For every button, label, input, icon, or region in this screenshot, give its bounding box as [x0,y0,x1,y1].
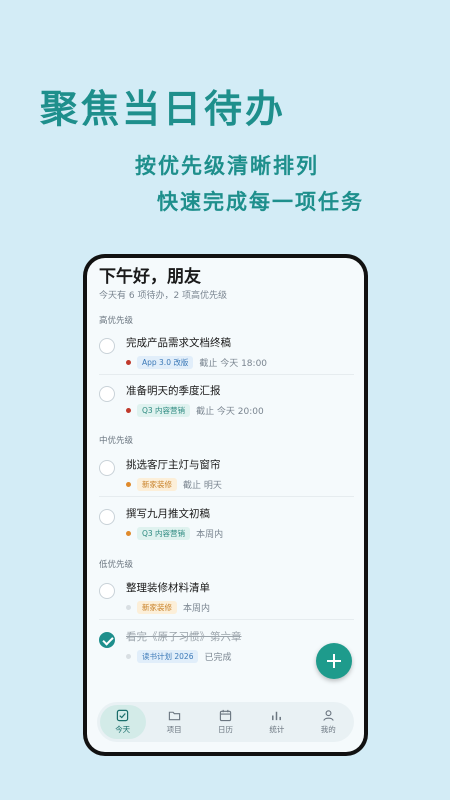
project-tag: Q3 内容营销 [137,403,191,417]
task-checkbox[interactable] [99,509,115,525]
task-checkbox[interactable] [99,460,115,476]
tab-stats[interactable]: 统计 [254,705,300,739]
task-title: 挑选客厅主灯与窗帘 [126,459,221,471]
calendar-icon [219,709,232,722]
bar-chart-icon [272,711,282,721]
project-tag: 读书计划 2026 [137,649,199,663]
priority-dot [126,481,131,487]
priority-dot [126,604,131,610]
section-title-low: 低优先级 [99,560,134,570]
task-checkbox[interactable] [99,338,115,354]
promo-line-2: 快速完成每一项任务 [157,190,364,214]
tab-label: 我的 [320,725,336,734]
add-task-button[interactable] [316,643,352,679]
task-meta: 新家装修 本周内 [126,600,211,614]
priority-dot [126,653,131,659]
task-item[interactable]: 挑选客厅主灯与窗帘 新家装修 截止 明天 [99,452,354,498]
task-item[interactable]: 撰写九月推文初稿 Q3 内容营销 本周内 [99,501,354,547]
priority-dot [126,359,131,365]
project-tag: App 3.0 改版 [137,355,194,369]
priority-dot [126,407,131,413]
project-tag: 新家装修 [137,477,177,491]
task-meta: App 3.0 改版 截止 今天 18:00 [126,355,268,369]
priority-dot [126,530,131,536]
tab-profile[interactable]: 我的 [305,705,351,739]
project-tag: Q3 内容营销 [137,526,191,540]
tab-calendar[interactable]: 日历 [202,705,248,739]
tab-label: 统计 [269,725,285,734]
task-item[interactable]: 完成产品需求文档终稿 App 3.0 改版 截止 今天 18:00 [99,330,354,376]
task-meta: Q3 内容营销 本周内 [126,526,224,540]
task-meta: Q3 内容营销 截止 今天 20:00 [126,403,264,417]
divider [99,496,354,497]
phone-frame: 下午好，朋友 今天有 6 项待办，2 项高优先级 高优先级 完成产品需求文档终稿… [83,254,368,756]
task-title: 准备明天的季度汇报 [126,385,221,397]
app-screen: 下午好，朋友 今天有 6 项待办，2 项高优先级 高优先级 完成产品需求文档终稿… [87,258,364,752]
task-checkbox[interactable] [99,386,115,402]
task-due: 截止 明天 [183,480,222,491]
task-due: 本周内 [196,529,224,540]
project-tag: 新家装修 [137,600,177,614]
checkbox-icon [116,709,129,722]
task-title: 完成产品需求文档终稿 [126,337,231,349]
task-meta: 新家装修 截止 明天 [126,477,222,491]
bottom-tab-bar: 今天 项目 日历 统计 我的 [97,702,354,742]
promo-headline: 聚焦当日待办 [40,87,287,131]
task-status: 已完成 [204,652,232,663]
task-due: 截止 今天 20:00 [196,406,264,417]
section-title-high: 高优先级 [99,316,134,326]
todo-summary: 今天有 6 项待办，2 项高优先级 [99,291,228,301]
task-meta: 读书计划 2026 已完成 [126,649,232,663]
tab-label: 日历 [217,725,233,734]
task-title: 撰写九月推文初稿 [126,508,210,520]
task-item[interactable]: 准备明天的季度汇报 Q3 内容营销 截止 今天 20:00 [99,378,354,424]
person-icon [323,710,334,721]
task-title: 看完《原子习惯》第六章 [126,631,242,643]
section-title-medium: 中优先级 [99,436,134,446]
tab-today[interactable]: 今天 [99,705,146,739]
tab-label: 今天 [115,725,131,734]
task-due: 本周内 [183,603,211,614]
task-checkbox[interactable] [99,583,115,599]
task-title: 整理装修材料清单 [126,582,210,594]
promo-line-1: 按优先级清晰排列 [135,154,319,178]
greeting-title: 下午好，朋友 [99,267,201,287]
folder-icon [168,711,180,721]
tab-projects[interactable]: 项目 [151,705,197,739]
divider [99,374,354,375]
task-item[interactable]: 整理装修材料清单 新家装修 本周内 [99,575,354,621]
divider [99,619,354,620]
task-checkbox-checked[interactable] [99,632,115,648]
tab-label: 项目 [166,725,182,734]
task-due: 截止 今天 18:00 [199,358,268,369]
